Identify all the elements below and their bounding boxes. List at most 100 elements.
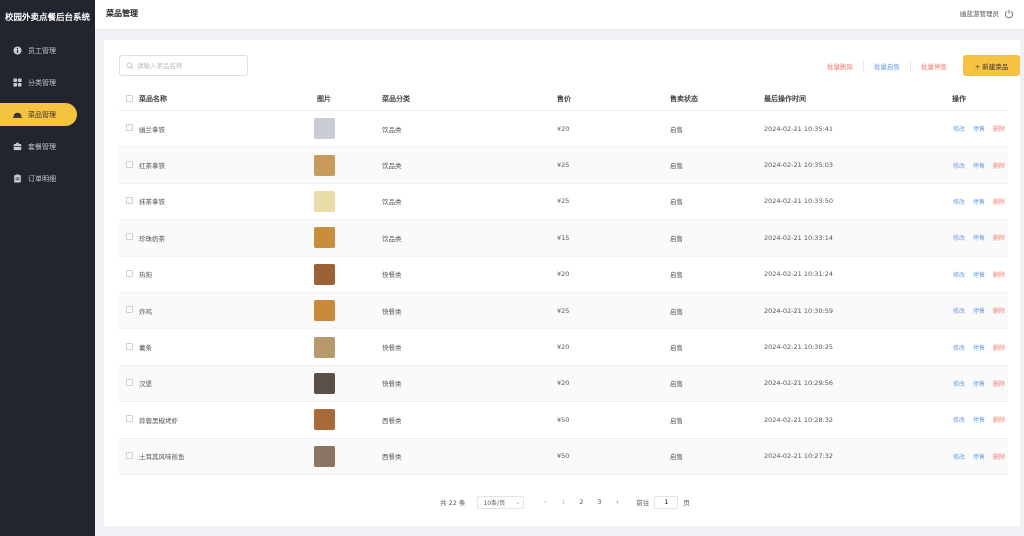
- select-all-checkbox[interactable]: [126, 94, 133, 102]
- goto-suffix: 页: [683, 499, 690, 507]
- edit-button[interactable]: 修改: [953, 343, 965, 352]
- dish-update-time: 2024-02-21 10:29:56: [764, 379, 834, 388]
- sidebar-item-label: 订单明细: [28, 174, 56, 183]
- pagination: 共 22 条 10条/页 ⌄ ‹ 1 2 3 › 前往 页: [440, 495, 690, 509]
- dish-image: [313, 227, 335, 249]
- edit-button[interactable]: 修改: [953, 270, 965, 279]
- dish-category: 快餐类: [382, 380, 402, 389]
- edit-button[interactable]: 修改: [953, 452, 965, 461]
- goto-page-input[interactable]: [654, 495, 679, 509]
- edit-button[interactable]: 修改: [953, 306, 965, 315]
- dish-table: 菜品名称 图片 菜品分类 售价 售卖状态 最后操作时间 操作 幽兰拿铁 饮品类 ¥2…: [119, 88, 1008, 475]
- row-checkbox[interactable]: [126, 451, 133, 459]
- dish-image: [313, 263, 335, 285]
- dish-image: [313, 336, 335, 358]
- row-checkbox[interactable]: [126, 124, 133, 132]
- row-checkbox[interactable]: [126, 196, 133, 204]
- dish-name: 炸鸡: [139, 307, 152, 316]
- dish-status: 启售: [670, 198, 683, 207]
- row-checkbox[interactable]: [126, 415, 133, 423]
- dish-image: [313, 190, 335, 212]
- table-row: 抹茶拿铁 饮品类 ¥25 启售 2024-02-21 10:33:50 修改 停售 删除: [119, 184, 1008, 221]
- batch-disable-button[interactable]: 批量停售: [911, 61, 957, 71]
- toggle-sale-button[interactable]: 停售: [973, 124, 985, 133]
- column-header-image: 图片: [317, 95, 331, 103]
- page-2[interactable]: 2: [572, 498, 590, 506]
- user-name[interactable]: 幽蓝游管理员: [960, 0, 999, 28]
- delete-button[interactable]: 删除: [993, 379, 1005, 388]
- dish-name: 土耳其风味煎鱼: [139, 453, 185, 462]
- power-icon[interactable]: [1004, 9, 1014, 19]
- toggle-sale-button[interactable]: 停售: [973, 379, 985, 388]
- batch-delete-button[interactable]: 批量删除: [817, 60, 864, 71]
- search-box[interactable]: [119, 55, 248, 76]
- toggle-sale-button[interactable]: 停售: [973, 270, 985, 279]
- dish-image: [313, 372, 335, 394]
- sidebar-item-2[interactable]: 菜品管理: [0, 103, 77, 126]
- delete-button[interactable]: 删除: [993, 270, 1005, 279]
- row-checkbox[interactable]: [126, 269, 133, 277]
- dish-category: 快餐类: [382, 271, 402, 280]
- dish-price: ¥50: [557, 452, 570, 461]
- delete-button[interactable]: 删除: [993, 415, 1005, 424]
- edit-button[interactable]: 修改: [953, 379, 965, 388]
- toggle-sale-button[interactable]: 停售: [973, 415, 985, 424]
- chevron-down-icon: ⌄: [515, 498, 521, 506]
- delete-button[interactable]: 删除: [993, 233, 1005, 242]
- column-header-time: 最后操作时间: [764, 95, 806, 103]
- toggle-sale-button[interactable]: 停售: [973, 306, 985, 315]
- table-body: 幽兰拿铁 饮品类 ¥20 启售 2024-02-21 10:35:41 修改 停售 删除 红茶拿…: [119, 111, 1008, 475]
- dish-status: 启售: [670, 344, 683, 353]
- sidebar-item-0[interactable]: 员工管理: [0, 39, 77, 62]
- batch-enable-button[interactable]: 批量启售: [864, 60, 911, 71]
- edit-button[interactable]: 修改: [953, 124, 965, 133]
- dish-name: 珍珠奶茶: [139, 234, 165, 243]
- row-checkbox[interactable]: [126, 306, 133, 314]
- dish-status: 启售: [670, 234, 683, 243]
- delete-button[interactable]: 删除: [993, 197, 1005, 206]
- sidebar-item-label: 分类管理: [28, 78, 56, 87]
- sidebar-item-3[interactable]: 套餐管理: [0, 135, 77, 158]
- page-title: 菜品管理: [106, 9, 138, 18]
- toggle-sale-button[interactable]: 停售: [973, 233, 985, 242]
- prev-page-button[interactable]: ‹: [536, 498, 554, 506]
- table-row: 热狗 快餐类 ¥20 启售 2024-02-21 10:31:24 修改 停售 删除: [119, 257, 1008, 293]
- delete-button[interactable]: 删除: [993, 343, 1005, 352]
- row-checkbox[interactable]: [126, 378, 133, 386]
- new-dish-button[interactable]: + 新建菜品: [963, 55, 1020, 76]
- dish-image: [313, 300, 335, 322]
- dish-image: [313, 154, 335, 176]
- edit-button[interactable]: 修改: [953, 415, 965, 424]
- sidebar-item-label: 菜品管理: [28, 110, 56, 119]
- delete-button[interactable]: 删除: [993, 452, 1005, 461]
- sidebar-item-1[interactable]: 分类管理: [0, 71, 77, 94]
- toggle-sale-button[interactable]: 停售: [973, 161, 985, 170]
- page-3[interactable]: 3: [590, 498, 608, 506]
- search-input[interactable]: [137, 61, 237, 70]
- row-checkbox[interactable]: [126, 233, 133, 241]
- delete-button[interactable]: 删除: [993, 161, 1005, 170]
- dish-status: 启售: [670, 162, 683, 171]
- edit-button[interactable]: 修改: [953, 197, 965, 206]
- toggle-sale-button[interactable]: 停售: [973, 343, 985, 352]
- dish-category: 饮品类: [382, 125, 402, 134]
- clipboard-icon: [12, 173, 23, 184]
- dish-name: 幽兰拿铁: [139, 125, 165, 134]
- delete-button[interactable]: 删除: [993, 124, 1005, 133]
- toggle-sale-button[interactable]: 停售: [973, 197, 985, 206]
- sidebar-item-4[interactable]: 订单明细: [0, 167, 77, 190]
- dish-update-time: 2024-02-21 10:30:25: [764, 343, 834, 352]
- page-size-select[interactable]: 10条/页 ⌄: [477, 495, 525, 509]
- table-row: 薯条 快餐类 ¥20 启售 2024-02-21 10:30:25 修改 停售 删除: [119, 329, 1008, 366]
- edit-button[interactable]: 修改: [953, 161, 965, 170]
- table-row: 土耳其风味煎鱼 西餐类 ¥50 启售 2024-02-21 10:27:32 修改 停售 删除: [119, 438, 1008, 475]
- grid-icon: [12, 77, 23, 88]
- row-checkbox[interactable]: [126, 160, 133, 168]
- row-checkbox[interactable]: [126, 342, 133, 350]
- delete-button[interactable]: 删除: [993, 306, 1005, 315]
- toggle-sale-button[interactable]: 停售: [973, 452, 985, 461]
- next-page-button[interactable]: ›: [608, 498, 626, 506]
- edit-button[interactable]: 修改: [953, 233, 965, 242]
- sidebar-nav: 员工管理分类管理菜品管理套餐管理订单明细: [0, 39, 95, 190]
- page-1[interactable]: 1: [554, 498, 572, 506]
